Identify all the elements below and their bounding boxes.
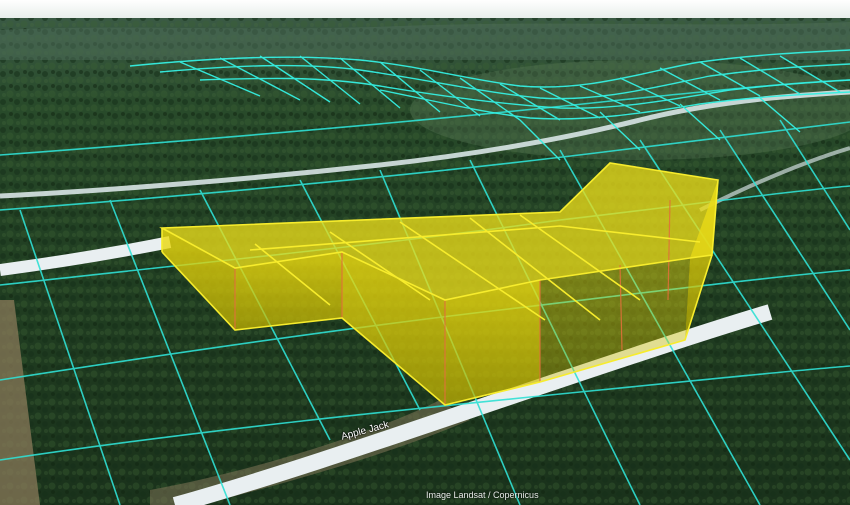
distant-ridge: [0, 22, 850, 60]
terrain-3d-view[interactable]: [0, 0, 850, 505]
imagery-attribution: Image Landsat / Copernicus: [426, 490, 539, 500]
map-viewport[interactable]: Apple Jack Image Landsat / Copernicus: [0, 0, 850, 505]
